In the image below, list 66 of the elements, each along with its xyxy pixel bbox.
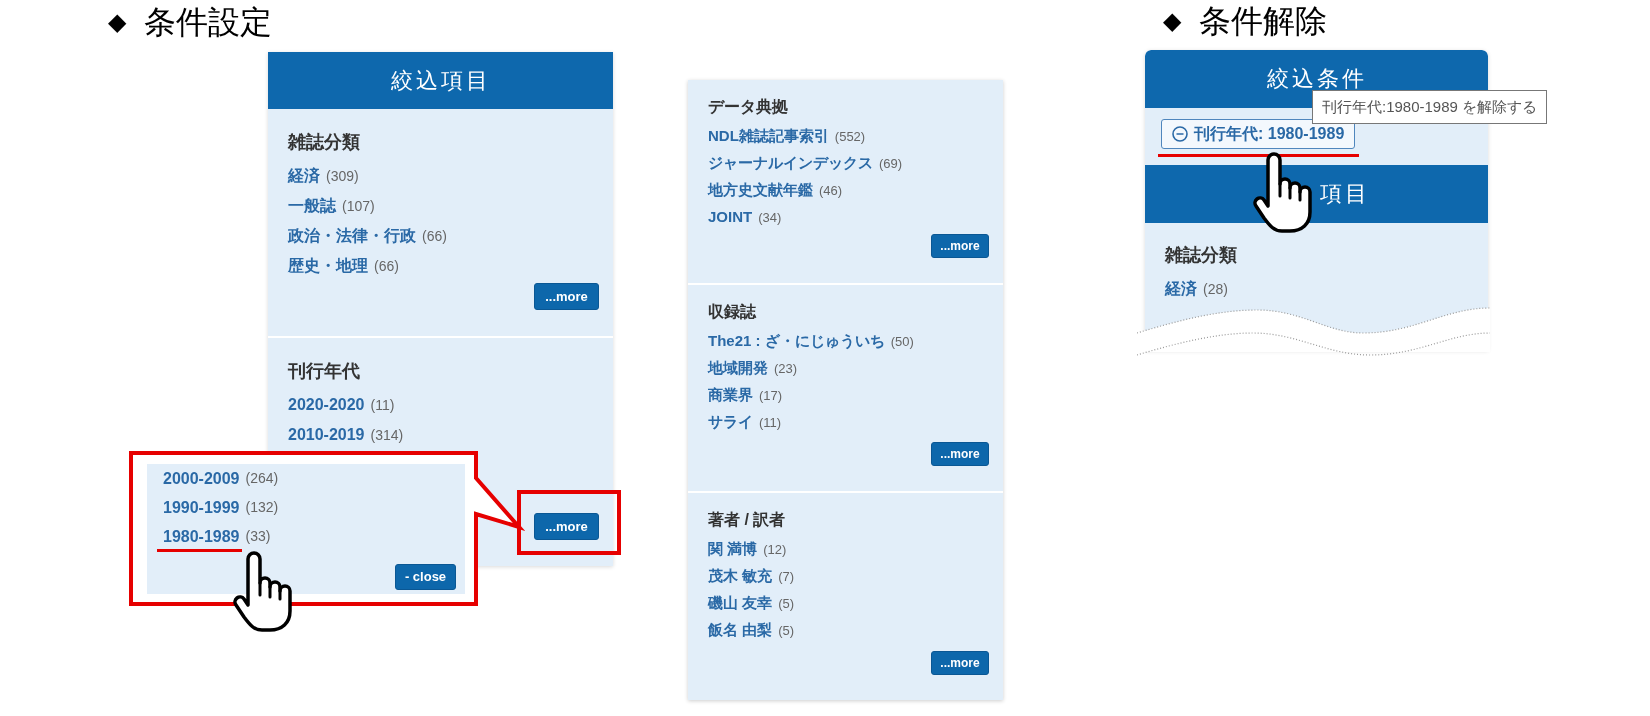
group-title: 収録誌 [708,302,757,322]
filter-link[interactable]: 2000-2009 [163,466,240,491]
item-count: (107) [342,196,375,216]
item-count: (264) [245,469,279,488]
item-count: (11) [759,413,782,432]
item-count: (66) [374,256,399,276]
remove-filter-button[interactable]: 刊行年代: 1980-1989 [1161,119,1356,149]
more-button[interactable]: ...more [931,651,989,675]
more-button[interactable]: ...more [534,513,599,540]
item-count: (5) [778,621,795,640]
filter-link[interactable]: サライ [708,411,753,434]
section-heading: 条件解除 [1199,2,1327,41]
item-count: (50) [890,332,914,351]
group-title: 著者 / 訳者 [708,510,787,530]
filter-link[interactable]: 磯山 友幸 [708,592,773,615]
panel-title: 項目 [1320,183,1370,205]
item-count: (66) [422,226,447,246]
more-button[interactable]: ...more [534,283,599,310]
filter-link[interactable]: The21 : ざ・にじゅういち [708,330,885,353]
item-count: (7) [778,567,795,586]
item-count: (33) [245,527,271,546]
item-count: (11) [370,395,395,415]
item-count: (12) [763,540,787,559]
item-count: (69) [879,154,903,173]
item-count: (309) [326,166,359,186]
filter-link[interactable]: 歴史・地理 [288,254,368,278]
item-count: (46) [819,181,843,200]
filter-link[interactable]: 飯名 由梨 [708,619,773,642]
filter-link[interactable]: NDL雑誌記事索引 [708,125,829,148]
filter-link[interactable]: 商業界 [708,384,753,407]
filter-link[interactable]: 経済 [288,164,320,188]
group-title: 刊行年代 [288,360,361,382]
filter-link[interactable]: 2020-2020 [288,393,365,417]
filter-link[interactable]: 2010-2019 [288,423,365,447]
item-count: (23) [774,359,798,378]
bullet-marker: ◆ [108,7,126,37]
group-title: 雑誌分類 [288,131,361,153]
filter-link[interactable]: 1990-1999 [163,495,240,520]
filter-link[interactable]: 関 満博 [708,538,758,561]
item-count: (17) [759,386,783,405]
filter-link[interactable]: 地方史文献年鑑 [708,179,813,202]
filter-link[interactable]: 経済 [1165,277,1197,301]
filter-link[interactable]: 茂木 敏充 [708,565,773,588]
item-count: (314) [370,425,404,445]
tooltip: 刊行年代:1980-1989 を解除する [1312,90,1548,124]
minus-circle-icon [1172,126,1188,142]
item-count: (552) [834,127,866,146]
group-title: データ典拠 [708,97,789,117]
group-title: 雑誌分類 [1165,244,1238,266]
item-count: (34) [758,208,782,227]
more-button[interactable]: ...more [931,442,989,466]
bullet-marker: ◆ [1163,6,1181,36]
filter-link[interactable]: 政治・法律・行政 [288,224,416,248]
panel-title: 絞込条件 [1266,68,1367,90]
filter-link[interactable]: 一般誌 [288,194,336,218]
filter-link[interactable]: JOINT [708,206,753,229]
filter-link[interactable]: ジャーナルインデックス [708,152,873,175]
item-count: (28) [1203,279,1228,299]
panel-title: 絞込項目 [390,69,491,92]
filter-link[interactable]: 1980-1989 [163,524,240,549]
section-heading: 条件設定 [144,3,272,42]
item-count: (132) [245,498,279,517]
more-button[interactable]: ...more [931,234,989,258]
item-count: (5) [778,594,795,613]
close-button[interactable]: - close [395,564,456,590]
filter-link[interactable]: 地域開発 [708,357,768,380]
